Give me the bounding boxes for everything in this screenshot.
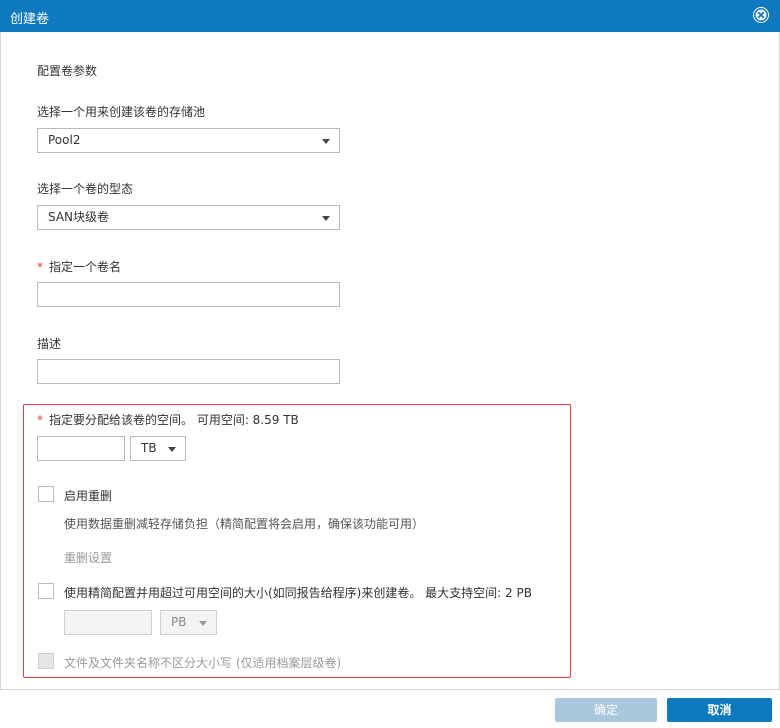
thin-provisioning-unit-value: PB bbox=[171, 615, 187, 629]
capacity-label: * 指定要分配给该卷的空间。 可用空间: 8.59 TB bbox=[37, 411, 299, 428]
volume-type-label: 选择一个卷的型态 bbox=[37, 182, 134, 196]
capacity-unit-select[interactable]: TB bbox=[130, 436, 186, 461]
chevron-down-icon bbox=[168, 447, 176, 452]
pool-select[interactable]: Pool2 bbox=[37, 128, 340, 153]
dialog-footer: 确定 取消 bbox=[0, 689, 780, 728]
dedup-checkbox[interactable] bbox=[38, 486, 54, 502]
volume-name-input[interactable] bbox=[37, 282, 340, 307]
chevron-down-icon bbox=[322, 139, 330, 144]
thin-provisioning-unit-select[interactable]: PB bbox=[160, 610, 217, 635]
dialog-title: 创建卷 bbox=[10, 12, 50, 27]
section-title: 配置卷参数 bbox=[37, 64, 98, 78]
capacity-unit-value: TB bbox=[141, 441, 157, 455]
chevron-down-icon bbox=[322, 216, 330, 221]
chevron-down-icon bbox=[199, 621, 207, 626]
capacity-input[interactable] bbox=[37, 436, 125, 461]
close-circle-icon bbox=[754, 8, 768, 22]
capacity-label-text: 指定要分配给该卷的空间。 可用空间: 8.59 TB bbox=[49, 413, 299, 427]
volume-name-label-text: 指定一个卷名 bbox=[49, 260, 122, 274]
dedup-label: 启用重删 bbox=[64, 489, 113, 503]
volume-type-selected-value: SAN块级卷 bbox=[48, 210, 110, 224]
description-input[interactable] bbox=[37, 359, 340, 384]
description-label: 描述 bbox=[37, 337, 62, 351]
dedup-hint: 使用数据重删减轻存储负担（精简配置将会启用，确保该功能可用） bbox=[64, 517, 425, 531]
close-button[interactable] bbox=[753, 7, 769, 23]
required-mark: * bbox=[37, 260, 43, 274]
dialog-titlebar: 创建卷 bbox=[0, 0, 780, 32]
thin-provisioning-size-input[interactable] bbox=[64, 610, 152, 635]
confirm-button[interactable]: 确定 bbox=[555, 698, 657, 722]
thin-provisioning-checkbox[interactable] bbox=[38, 583, 54, 599]
case-insensitive-checkbox[interactable] bbox=[38, 653, 54, 669]
dedup-settings-link[interactable]: 重删设置 bbox=[64, 549, 112, 566]
create-volume-dialog: 创建卷 配置卷参数 选择一个用来创建该卷的存储池 Pool2 选择一个卷的型态 … bbox=[0, 0, 780, 728]
thin-provisioning-label: 使用精简配置并用超过可用空间的大小(如同报告给程序)来创建卷。 最大支持空间: … bbox=[64, 586, 532, 600]
required-mark: * bbox=[37, 413, 43, 427]
volume-type-select[interactable]: SAN块级卷 bbox=[37, 205, 340, 230]
pool-selected-value: Pool2 bbox=[48, 133, 81, 147]
pool-label: 选择一个用来创建该卷的存储池 bbox=[37, 105, 206, 119]
dialog-content: 配置卷参数 选择一个用来创建该卷的存储池 Pool2 选择一个卷的型态 SAN块… bbox=[0, 32, 780, 689]
volume-name-label: * 指定一个卷名 bbox=[37, 258, 121, 275]
case-insensitive-label: 文件及文件夹名称不区分大小写 (仅适用档案层级卷) bbox=[64, 656, 342, 670]
cancel-button[interactable]: 取消 bbox=[667, 698, 772, 722]
